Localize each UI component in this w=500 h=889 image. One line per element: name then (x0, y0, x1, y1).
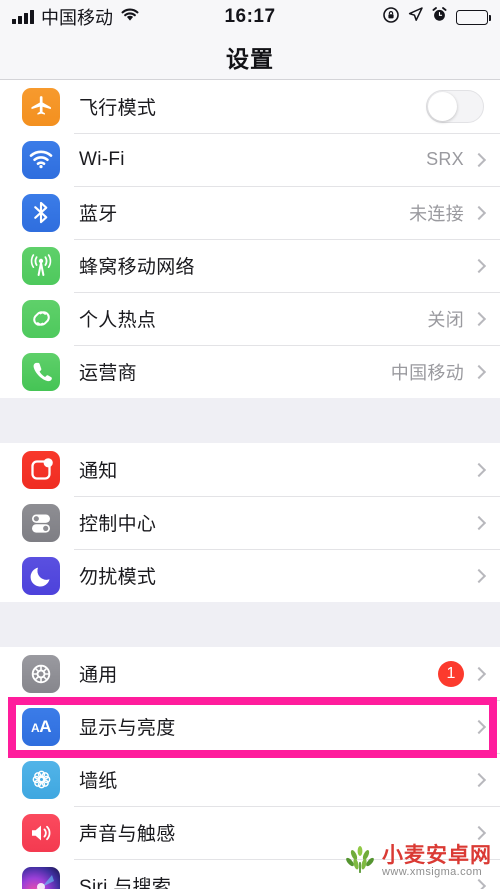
sidebar-item-label: 运营商 (79, 363, 137, 384)
location-arrow-icon (408, 7, 423, 27)
status-bar-right (383, 6, 491, 28)
settings-group-alerts: 通知 控制中心 勿扰模式 (0, 443, 500, 602)
sidebar-item-cellular[interactable]: 蜂窝移动网络 (0, 239, 500, 292)
sidebar-item-carrier[interactable]: 运营商 中国移动 (0, 345, 500, 398)
sidebar-item-general[interactable]: 通用 1 (0, 647, 500, 700)
sidebar-item-label: 飞行模式 (79, 98, 157, 119)
sidebar-item-label: 蓝牙 (79, 204, 118, 225)
row-value: 关闭 (427, 309, 464, 330)
row-accessory: 中国移动 (390, 359, 487, 385)
row-accessory (464, 462, 487, 477)
sidebar-item-label: Wi-Fi (79, 148, 125, 170)
airplane-icon (22, 87, 60, 126)
sidebar-item-bluetooth[interactable]: 蓝牙 未连接 (0, 186, 500, 239)
sidebar-item-do-not-disturb[interactable]: 勿扰模式 (0, 549, 500, 602)
chevron-right-icon (471, 311, 487, 326)
row-accessory: 关闭 (427, 306, 487, 332)
section-separator (0, 602, 500, 647)
sidebar-item-label: 声音与触感 (79, 824, 176, 845)
siri-orb-icon (22, 866, 60, 889)
row-accessory (464, 719, 487, 734)
aa-text-icon: AA (22, 707, 60, 746)
row-accessory: 1 (438, 660, 487, 687)
chevron-right-icon (471, 719, 487, 734)
sidebar-item-control-center[interactable]: 控制中心 (0, 496, 500, 549)
chevron-right-icon (471, 462, 487, 477)
row-value: 未连接 (409, 203, 464, 224)
wifi-icon (22, 140, 60, 179)
sidebar-item-label: 墙纸 (79, 771, 118, 792)
sidebar-item-personal-hotspot[interactable]: 个人热点 关闭 (0, 292, 500, 345)
hotspot-link-icon (22, 299, 60, 338)
watermark-text: 小麦安卓网 www.xmsigma.com (382, 843, 492, 879)
sidebar-item-notifications[interactable]: 通知 (0, 443, 500, 496)
flower-icon (22, 760, 60, 799)
chevron-right-icon (471, 825, 487, 840)
iphone-settings-screen: 中国移动 16:17 设置 飞行模式 Wi-Fi SRX 蓝牙 未连接 蜂窝移动… (0, 0, 500, 889)
chevron-right-icon (471, 258, 487, 273)
chevron-right-icon (471, 152, 487, 167)
sidebar-item-label: 显示与亮度 (79, 718, 176, 739)
chevron-right-icon (471, 515, 487, 530)
phone-icon (22, 352, 60, 391)
row-accessory (464, 515, 487, 530)
chevron-right-icon (471, 364, 487, 379)
chevron-right-icon (471, 666, 487, 681)
cellular-antenna-icon (22, 246, 60, 285)
sidebar-item-label: 通知 (79, 461, 118, 482)
sidebar-item-wifi[interactable]: Wi-Fi SRX (0, 133, 500, 186)
sidebar-item-label: Siri 与搜索 (79, 877, 172, 889)
wifi-icon (120, 7, 140, 27)
sidebar-item-label: 蜂窝移动网络 (79, 257, 195, 278)
status-bar-left: 中国移动 (12, 4, 140, 30)
sidebar-item-label: 通用 (79, 665, 118, 686)
battery-icon (456, 9, 491, 25)
rotation-lock-icon (383, 6, 399, 28)
row-accessory: 未连接 (409, 200, 487, 226)
aa-glyph: AA (31, 716, 51, 736)
gear-icon (22, 654, 60, 693)
navigation-bar: 设置 (0, 34, 500, 80)
chevron-right-icon (471, 568, 487, 583)
row-accessory (464, 772, 487, 787)
sidebar-item-airplane-mode[interactable]: 飞行模式 (0, 80, 500, 133)
sidebar-item-label: 控制中心 (79, 514, 157, 535)
settings-scroll-view[interactable]: 飞行模式 Wi-Fi SRX 蓝牙 未连接 蜂窝移动网络 个人热点 关闭 运营商… (0, 80, 500, 889)
status-bar-carrier: 中国移动 (41, 8, 113, 28)
status-badge: 1 (438, 660, 464, 687)
speaker-icon (22, 813, 60, 852)
moon-icon (22, 556, 60, 595)
chevron-right-icon (471, 205, 487, 220)
sidebar-item-label: 个人热点 (79, 310, 157, 331)
watermark-url: www.xmsigma.com (382, 865, 483, 878)
sidebar-item-label: 勿扰模式 (79, 567, 157, 588)
bluetooth-icon (22, 193, 60, 232)
row-accessory (464, 568, 487, 583)
airplane-mode-toggle[interactable] (426, 90, 484, 123)
row-accessory (464, 878, 487, 889)
row-accessory (464, 825, 487, 840)
chevron-right-icon (471, 772, 487, 787)
section-separator (0, 398, 500, 443)
status-bar: 中国移动 16:17 (0, 0, 500, 34)
row-accessory (464, 258, 487, 273)
control-center-icon (22, 503, 60, 542)
row-accessory: SRX (426, 149, 487, 170)
notification-icon (22, 450, 60, 489)
watermark-site-name: 小麦安卓网 (382, 843, 492, 867)
settings-group-connectivity: 飞行模式 Wi-Fi SRX 蓝牙 未连接 蜂窝移动网络 个人热点 关闭 运营商… (0, 80, 500, 398)
sidebar-item-wallpaper[interactable]: 墙纸 (0, 753, 500, 806)
watermark: 小麦安卓网 www.xmsigma.com (343, 842, 492, 881)
alarm-clock-icon (432, 7, 447, 27)
page-title: 设置 (226, 45, 274, 72)
row-value: SRX (426, 149, 464, 169)
signal-bars-icon (12, 10, 34, 24)
wheat-logo-icon (343, 842, 377, 881)
sidebar-item-display-brightness[interactable]: AA 显示与亮度 (0, 700, 500, 753)
row-accessory[interactable] (426, 90, 484, 123)
row-value: 中国移动 (390, 362, 464, 383)
